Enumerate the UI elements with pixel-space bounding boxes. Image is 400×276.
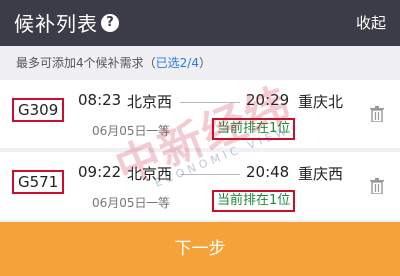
limit-notice: 最多可添加4个候补需求（已选2/4） [0, 46, 400, 76]
next-step-button[interactable]: 下一步 [0, 222, 400, 276]
departure-time: 09:22 [78, 163, 122, 181]
queue-position: 当前排在1位 [212, 118, 296, 140]
header-bar: 候补列表 ? 收起 [0, 0, 400, 46]
arrival-station: 重庆西 [298, 165, 344, 183]
seat-class: 一等 [146, 124, 171, 138]
page-title: 候补列表 [14, 12, 98, 36]
help-icon[interactable]: ? [101, 14, 119, 32]
travel-date: 06月05日 [92, 196, 147, 210]
route-arrow-line [180, 174, 240, 175]
collapse-button[interactable]: 收起 [356, 12, 386, 33]
notice-text: 最多可添加4个候补需求（ [16, 56, 156, 70]
trash-icon[interactable] [370, 106, 384, 122]
arrival-time: 20:48 [246, 163, 290, 181]
seat-class: 一等 [146, 196, 171, 210]
notice-close-paren: ） [198, 56, 211, 70]
travel-date: 06月05日 [92, 124, 147, 138]
train-card-g309[interactable]: G309 08:23 北京西 20:29 重庆北 06月05日 一等 当前排在1… [0, 80, 400, 148]
trash-icon[interactable] [370, 178, 384, 194]
departure-station: 北京西 [127, 93, 173, 111]
train-number: G571 [12, 170, 65, 194]
arrival-time: 20:29 [246, 91, 290, 109]
departure-station: 北京西 [127, 165, 173, 183]
arrival-station: 重庆北 [298, 93, 344, 111]
train-card-g571[interactable]: G571 09:22 北京西 20:48 重庆西 06月05日 一等 当前排在1… [0, 152, 400, 220]
queue-position: 当前排在1位 [212, 190, 296, 212]
route-arrow-line [180, 102, 240, 103]
departure-time: 08:23 [78, 91, 122, 109]
selected-count: 已选2/4 [155, 56, 199, 70]
train-number: G309 [12, 98, 65, 122]
